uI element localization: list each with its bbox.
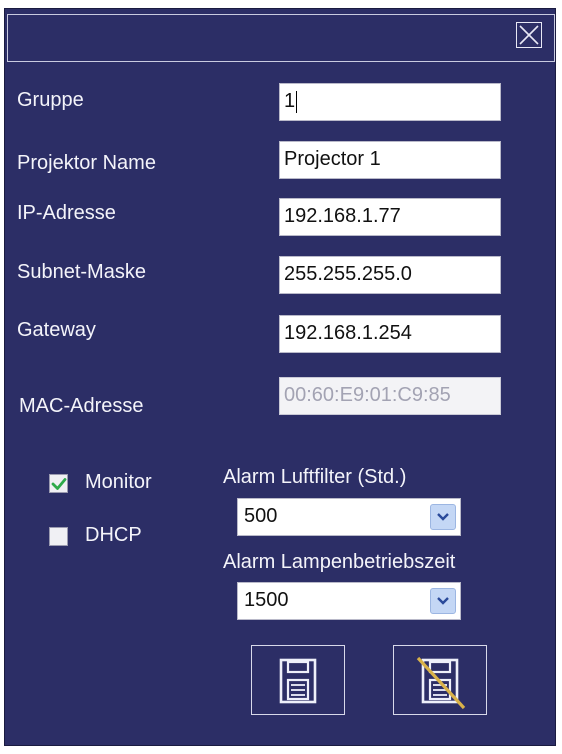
subnet-maske-label: Subnet-Maske (17, 261, 146, 283)
gateway-label: Gateway (17, 319, 96, 341)
settings-dialog: Gruppe 1 Projektor Name Projector 1 IP-A… (4, 8, 556, 746)
gruppe-input[interactable]: 1 (279, 83, 501, 121)
alarm-lampe-label: Alarm Lampenbetriebszeit (223, 551, 456, 573)
monitor-label: Monitor (85, 471, 152, 493)
dhcp-label: DHCP (85, 524, 142, 546)
chevron-down-icon[interactable] (430, 588, 456, 614)
alarm-luftfilter-select[interactable]: 500 (237, 498, 461, 536)
close-icon[interactable] (516, 22, 542, 48)
gruppe-value: 1 (284, 90, 296, 112)
monitor-checkbox[interactable] (49, 474, 68, 493)
floppy-disk-icon (279, 658, 317, 704)
discard-button[interactable] (393, 645, 487, 715)
ip-adresse-input[interactable]: 192.168.1.77 (279, 198, 501, 236)
alarm-luftfilter-label: Alarm Luftfilter (Std.) (223, 466, 407, 488)
save-button[interactable] (251, 645, 345, 715)
alarm-lampe-select[interactable]: 1500 (237, 582, 461, 620)
projektor-name-input[interactable]: Projector 1 (279, 141, 501, 179)
floppy-disk-crossed-icon (416, 656, 466, 710)
mac-adresse-input: 00:60:E9:01:C9:85 (279, 377, 501, 415)
subnet-maske-input[interactable]: 255.255.255.0 (279, 256, 501, 294)
gateway-input[interactable]: 192.168.1.254 (279, 315, 501, 353)
chevron-down-icon[interactable] (430, 504, 456, 530)
alarm-lampe-value: 1500 (244, 589, 289, 611)
dhcp-checkbox[interactable] (49, 527, 68, 546)
alarm-luftfilter-value: 500 (244, 505, 278, 527)
checkmark-icon (51, 478, 67, 490)
dialog-title-bar (7, 14, 555, 62)
mac-adresse-label: MAC-Adresse (19, 395, 144, 417)
ip-adresse-label: IP-Adresse (17, 202, 116, 224)
projektor-name-label: Projektor Name (17, 152, 156, 174)
text-caret (296, 90, 298, 113)
gruppe-label: Gruppe (17, 89, 84, 111)
